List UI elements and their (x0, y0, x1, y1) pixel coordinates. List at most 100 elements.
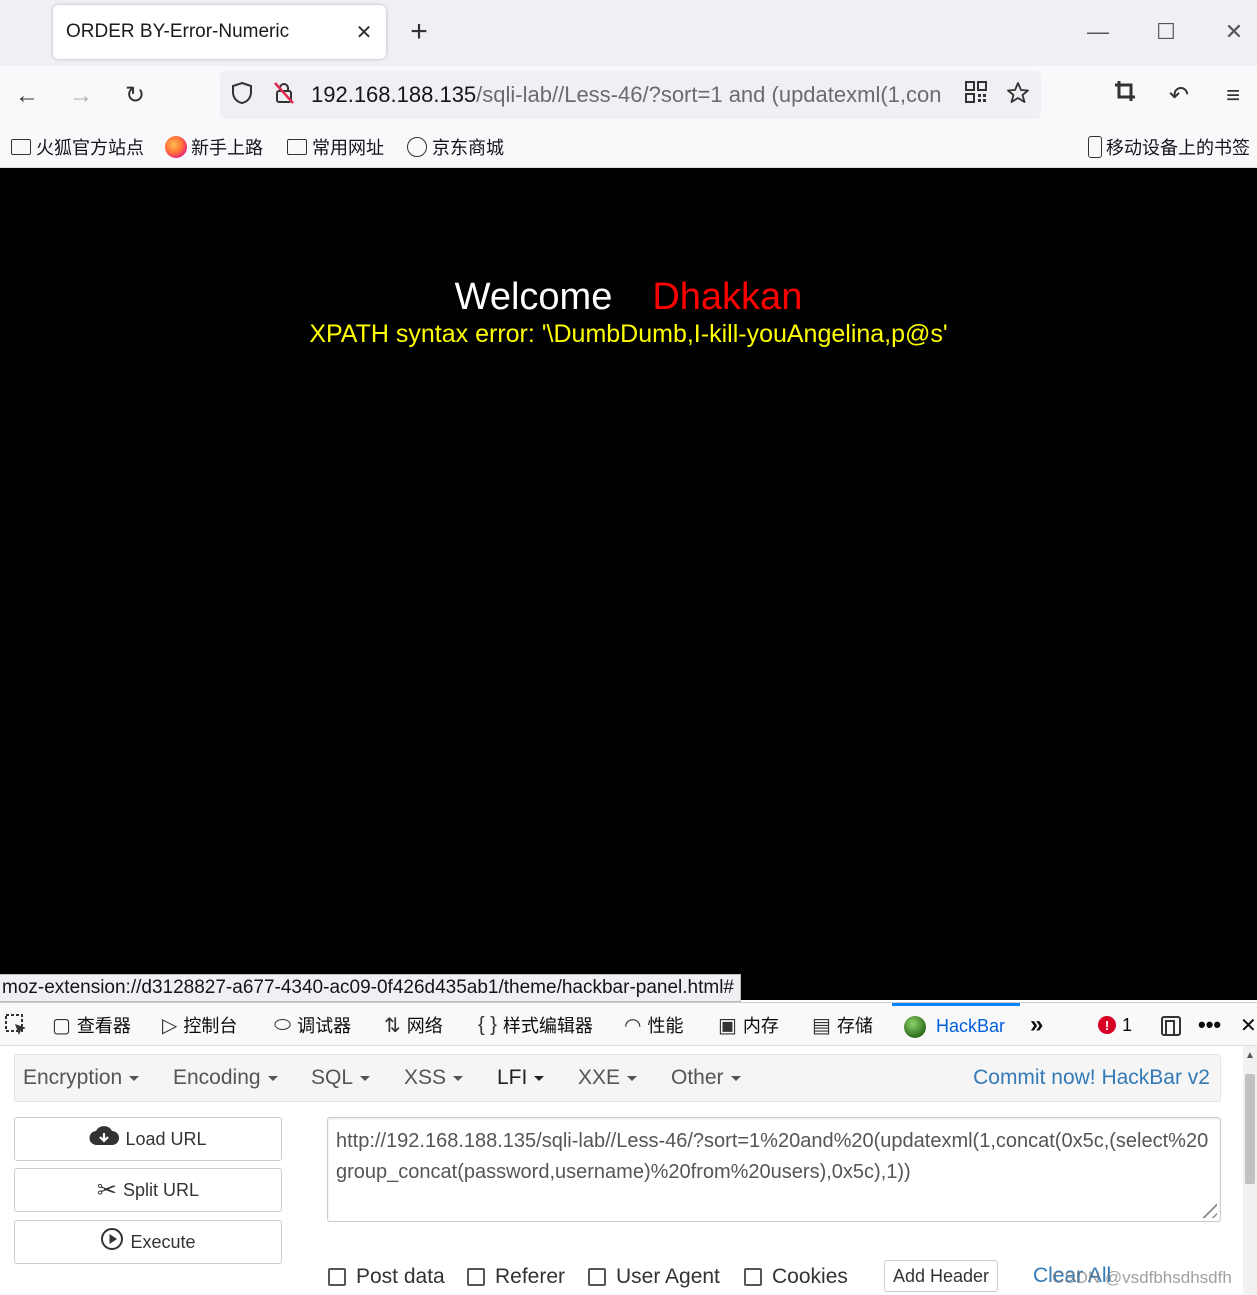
split-url-button[interactable]: ✂ Split URL (14, 1168, 282, 1212)
url-host: 192.168.188.135 (311, 82, 477, 107)
bookmark-label: 新手上路 (191, 138, 263, 158)
qr-code-icon[interactable] (962, 81, 990, 109)
back-button[interactable]: ← (10, 79, 44, 113)
scroll-up-icon[interactable]: ▲ (1243, 1050, 1257, 1061)
bookmark-label: 火狐官方站点 (36, 138, 144, 158)
element-picker-icon[interactable] (4, 1003, 28, 1047)
tab-style-editor[interactable]: { } 样式编辑器 (478, 1003, 593, 1047)
tab-memory[interactable]: ▣ 内存 (718, 1003, 779, 1047)
screenshot-crop-icon[interactable] (1108, 79, 1142, 113)
panel-scrollbar[interactable]: ▲ (1243, 1046, 1257, 1295)
memory-icon: ▣ (718, 1014, 737, 1037)
bookmark-item[interactable]: 火狐官方站点 (10, 134, 144, 160)
sql-error-message: XPATH syntax error: '\DumbDumb,I-kill-yo… (309, 320, 948, 348)
commit-link[interactable]: Commit now! HackBar v2 (973, 1055, 1210, 1101)
folder-icon (10, 136, 32, 158)
url-bar[interactable]: 192.168.188.135/sqli-lab//Less-46/?sort=… (220, 71, 1041, 119)
menu-encryption[interactable]: Encryption (23, 1055, 140, 1101)
navigation-bar: ← → ↻ 192.168.188.135/sqli-lab//Less-46/… (0, 66, 1257, 126)
tab-console[interactable]: ▷ 控制台 (162, 1003, 237, 1047)
url-path: /sqli-lab//Less-46/?sort=1 and (updatexm… (476, 82, 942, 107)
bookmark-star-icon[interactable] (1004, 81, 1032, 109)
tab-title: ORDER BY-Error-Numeric (66, 21, 290, 42)
url-textarea[interactable]: http://192.168.188.135/sqli-lab//Less-46… (327, 1117, 1221, 1222)
welcome-text: Welcome (454, 276, 613, 318)
undo-icon[interactable]: ↶ (1162, 79, 1196, 113)
performance-icon: ◠ (624, 1014, 642, 1037)
hackbar-menu: Encryption Encoding SQL XSS LFI XXE Othe… (14, 1054, 1221, 1102)
style-editor-icon: { } (478, 1013, 497, 1036)
storage-icon: ▤ (812, 1014, 831, 1037)
load-url-button[interactable]: Load URL (14, 1117, 282, 1161)
debugger-icon: ⬭ (274, 1013, 292, 1036)
url-textarea-value: http://192.168.188.135/sqli-lab//Less-46… (336, 1130, 1209, 1183)
error-icon: ! (1098, 1016, 1116, 1034)
window-close-button[interactable]: ✕ (1214, 14, 1254, 50)
cloud-download-icon (89, 1125, 120, 1153)
inspector-icon: ▢ (52, 1014, 71, 1037)
insecure-lock-icon[interactable] (270, 81, 298, 109)
menu-encoding[interactable]: Encoding (173, 1055, 278, 1101)
post-data-checkbox[interactable]: Post data (328, 1264, 445, 1290)
play-circle-icon (100, 1227, 124, 1257)
tab-debugger[interactable]: ⬭ 调试器 (274, 1003, 351, 1047)
firefox-icon (165, 136, 187, 158)
bookmark-label: 常用网址 (312, 138, 384, 158)
more-tabs-chevron-icon[interactable]: » (1030, 1003, 1043, 1047)
bookmark-label: 移动设备上的书签 (1106, 138, 1250, 158)
hackbar-panel: Encryption Encoding SQL XSS LFI XXE Othe… (0, 1046, 1257, 1295)
page-content: Welcome Dhakkan XPATH syntax error: '\Dum… (0, 168, 1257, 1000)
globe-icon (406, 136, 428, 158)
hackbar-logo-icon (904, 1015, 926, 1038)
tab-hackbar[interactable]: HackBar (892, 1003, 1020, 1047)
caret-down-icon (453, 1075, 464, 1081)
reload-button[interactable]: ↻ (118, 79, 152, 113)
menu-other[interactable]: Other (671, 1055, 741, 1101)
menu-xxe[interactable]: XXE (578, 1055, 638, 1101)
tab-network[interactable]: ⇅ 网络 (384, 1003, 443, 1047)
menu-xss[interactable]: XSS (404, 1055, 464, 1101)
tab-inspector[interactable]: ▢ 查看器 (52, 1003, 131, 1047)
folder-icon (286, 136, 308, 158)
bookmark-item[interactable]: 常用网址 (286, 134, 384, 160)
caret-down-icon (627, 1075, 638, 1081)
forward-button[interactable]: → (64, 79, 98, 113)
resize-grip-icon[interactable] (1197, 1198, 1217, 1218)
user-agent-checkbox[interactable]: User Agent (588, 1264, 720, 1290)
bookmark-item[interactable]: 新手上路 (165, 134, 263, 160)
minimize-button[interactable]: — (1078, 14, 1118, 50)
maximize-button[interactable]: ☐ (1146, 14, 1186, 50)
add-header-button[interactable]: Add Header (884, 1260, 998, 1292)
scroll-thumb[interactable] (1245, 1074, 1255, 1184)
bookmarks-bar: 火狐官方站点 新手上路 常用网址 京东商城 移动设备上的书签 (0, 126, 1257, 168)
menu-icon[interactable]: ≡ (1216, 79, 1250, 113)
new-tab-button[interactable]: + (404, 14, 434, 50)
tab-bar: ORDER BY-Error-Numeric ✕ + — ☐ ✕ (0, 0, 1257, 66)
caret-down-icon (129, 1075, 140, 1081)
shield-icon[interactable] (228, 81, 256, 109)
caret-down-icon (730, 1075, 741, 1081)
error-count[interactable]: ! 1 (1098, 1003, 1132, 1047)
cookies-checkbox[interactable]: Cookies (744, 1264, 848, 1290)
referer-checkbox[interactable]: Referer (467, 1264, 565, 1290)
close-devtools-icon[interactable]: ✕ (1240, 1003, 1257, 1047)
url-text[interactable]: 192.168.188.135/sqli-lab//Less-46/?sort=… (311, 82, 951, 108)
execute-button[interactable]: Execute (14, 1220, 282, 1264)
devtools-toolbar: ▢ 查看器 ▷ 控制台 ⬭ 调试器 ⇅ 网络 { } 样式编辑器 ◠ 性能 ▣ 内存 ▤ 存储 … (0, 1002, 1257, 1046)
caret-down-icon (360, 1075, 371, 1081)
bookmark-item[interactable]: 京东商城 (406, 134, 504, 160)
tab-storage[interactable]: ▤ 存储 (812, 1003, 873, 1047)
responsive-mode-icon[interactable] (1160, 1003, 1182, 1047)
menu-sql[interactable]: SQL (311, 1055, 371, 1101)
caret-down-icon (267, 1075, 278, 1081)
phone-icon (1086, 136, 1104, 158)
active-tab[interactable]: ORDER BY-Error-Numeric ✕ (53, 5, 386, 59)
options-menu-icon[interactable]: ••• (1198, 1003, 1221, 1047)
tab-performance[interactable]: ◠ 性能 (624, 1003, 683, 1047)
welcome-line: Welcome Dhakkan (0, 276, 1257, 319)
close-tab-icon[interactable]: ✕ (352, 20, 376, 45)
mobile-bookmarks[interactable]: 移动设备上的书签 (1086, 134, 1250, 160)
status-url-tooltip: moz-extension://d3128827-a677-4340-ac09-… (0, 974, 742, 1002)
bookmark-label: 京东商城 (432, 138, 504, 158)
menu-lfi[interactable]: LFI (497, 1055, 545, 1101)
